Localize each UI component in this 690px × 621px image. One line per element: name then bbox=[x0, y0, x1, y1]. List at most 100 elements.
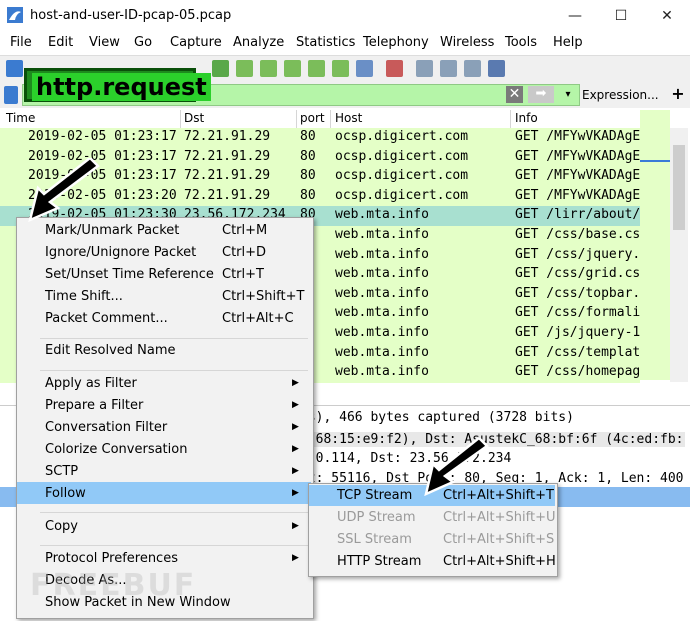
normal-size-icon[interactable] bbox=[464, 60, 481, 77]
cell-host: ocsp.digicert.com bbox=[335, 168, 469, 184]
filter-value-text: http.request bbox=[32, 73, 211, 101]
cell-info: GET /css/jquery.c bbox=[515, 246, 649, 262]
go-back-icon[interactable] bbox=[236, 60, 253, 77]
cell-host: web.mta.info bbox=[335, 266, 429, 282]
cell-dst: 72.21.91.29 bbox=[184, 187, 271, 203]
annotation-arrow-icon bbox=[28, 158, 100, 223]
shortcut-label: Ctrl+Alt+Shift+H bbox=[443, 554, 556, 569]
context-item-copy[interactable]: Copy bbox=[45, 519, 78, 534]
cell-port: 80 bbox=[300, 168, 316, 184]
context-item-colorize-conversation[interactable]: Colorize Conversation bbox=[45, 442, 187, 457]
find-packet-icon[interactable] bbox=[212, 60, 229, 77]
first-packet-icon[interactable] bbox=[308, 60, 325, 77]
cell-info: GET /css/topbar.c bbox=[515, 285, 649, 301]
apply-filter-icon[interactable]: ➡ bbox=[528, 86, 554, 103]
zoom-in-icon[interactable] bbox=[416, 60, 433, 77]
close-button[interactable]: ✕ bbox=[644, 0, 690, 32]
column-divider[interactable] bbox=[180, 110, 181, 128]
cell-port: 80 bbox=[300, 148, 316, 164]
bookmark-icon[interactable] bbox=[4, 86, 18, 104]
shortcut-label: Ctrl+Shift+T bbox=[222, 289, 305, 304]
context-item-sctp[interactable]: SCTP bbox=[45, 464, 78, 479]
menu-file[interactable]: File bbox=[10, 35, 32, 50]
submenu-arrow-icon: ▶ bbox=[292, 488, 299, 498]
menu-statistics[interactable]: Statistics bbox=[296, 35, 355, 50]
submenu-arrow-icon: ▶ bbox=[292, 521, 299, 531]
cell-host: web.mta.info bbox=[335, 364, 429, 380]
context-item-prepare-a-filter[interactable]: Prepare a Filter bbox=[45, 398, 143, 413]
menu-wireless[interactable]: Wireless bbox=[440, 35, 494, 50]
menu-capture[interactable]: Capture bbox=[170, 35, 222, 50]
cell-host: web.mta.info bbox=[335, 285, 429, 301]
add-filter-button[interactable]: + bbox=[668, 84, 688, 104]
cell-info: GET /MFYwVKADAgEA bbox=[515, 168, 649, 184]
menu-analyze[interactable]: Analyze bbox=[233, 35, 284, 50]
follow-tcp-stream[interactable]: TCP Stream bbox=[337, 488, 412, 503]
maximize-button[interactable]: ☐ bbox=[598, 0, 644, 32]
cell-dst: 72.21.91.29 bbox=[184, 148, 271, 164]
resize-columns-icon[interactable] bbox=[488, 60, 505, 77]
cell-dst: 72.21.91.29 bbox=[184, 168, 271, 184]
packet-list-scrollbar-thumb[interactable] bbox=[673, 145, 685, 230]
cell-host: ocsp.digicert.com bbox=[335, 129, 469, 144]
menu-help[interactable]: Help bbox=[553, 35, 583, 50]
context-item-apply-as-filter[interactable]: Apply as Filter bbox=[45, 376, 137, 391]
submenu-arrow-icon: ▶ bbox=[292, 466, 299, 476]
column-header-port[interactable]: port bbox=[300, 111, 325, 125]
shortcut-label: Ctrl+Alt+Shift+U bbox=[443, 510, 556, 525]
go-to-packet-icon[interactable] bbox=[284, 60, 301, 77]
menu-edit[interactable]: Edit bbox=[48, 35, 73, 50]
context-item-protocol-preferences[interactable]: Protocol Preferences bbox=[45, 551, 178, 566]
cell-host: ocsp.digicert.com bbox=[335, 187, 469, 203]
context-item-conversation-filter[interactable]: Conversation Filter bbox=[45, 420, 167, 435]
submenu-arrow-icon: ▶ bbox=[292, 444, 299, 454]
cell-info: GET /css/homepage bbox=[515, 364, 649, 380]
submenu-arrow-icon: ▶ bbox=[292, 422, 299, 432]
cell-host: web.mta.info bbox=[335, 227, 429, 242]
shortcut-label: Ctrl+T bbox=[222, 267, 264, 282]
zoom-out-icon[interactable] bbox=[440, 60, 457, 77]
menu-telephony[interactable]: Telephony bbox=[363, 35, 429, 50]
clear-filter-icon[interactable]: ✕ bbox=[506, 86, 523, 103]
menu-view[interactable]: View bbox=[89, 35, 120, 50]
shortcut-label: Ctrl+Alt+C bbox=[222, 311, 294, 326]
column-divider[interactable] bbox=[510, 110, 511, 128]
colorize-icon[interactable] bbox=[386, 60, 403, 77]
follow-http-stream[interactable]: HTTP Stream bbox=[337, 554, 421, 569]
column-divider[interactable] bbox=[330, 110, 331, 128]
expression-button[interactable]: Expression... bbox=[582, 86, 664, 104]
wireshark-fin-icon bbox=[7, 7, 23, 23]
column-header-time[interactable]: Time bbox=[6, 111, 35, 125]
context-item-mark-unmark-packet[interactable]: Mark/Unmark Packet bbox=[45, 223, 179, 238]
annotation-arrow-icon bbox=[424, 438, 489, 496]
autoscroll-icon[interactable] bbox=[356, 60, 373, 77]
watermark-logo: FREEBUF bbox=[30, 568, 197, 603]
cell-host: web.mta.info bbox=[335, 246, 429, 262]
table-row[interactable]: 2019-02-05 01:23:17 72.21.91.29 80 ocsp.dig… bbox=[0, 128, 648, 148]
menu-separator bbox=[40, 512, 308, 513]
start-capture-icon[interactable] bbox=[6, 60, 23, 77]
shortcut-label: Ctrl+Alt+Shift+S bbox=[443, 532, 555, 547]
column-header-info[interactable]: Info bbox=[515, 111, 538, 125]
go-forward-icon[interactable] bbox=[260, 60, 277, 77]
context-item-set-unset-time-reference[interactable]: Set/Unset Time Reference bbox=[45, 267, 214, 282]
cell-port: 80 bbox=[300, 187, 316, 203]
menu-tools[interactable]: Tools bbox=[505, 35, 537, 50]
detail-frame[interactable]: ts), 466 bytes captured (3728 bits) bbox=[300, 410, 685, 425]
menu-go[interactable]: Go bbox=[134, 35, 152, 50]
context-item-packet-comment[interactable]: Packet Comment... bbox=[45, 311, 168, 326]
context-item-follow[interactable]: Follow bbox=[45, 486, 86, 501]
last-packet-icon[interactable] bbox=[332, 60, 349, 77]
column-header-dst[interactable]: Dst bbox=[184, 111, 204, 125]
context-item-time-shift[interactable]: Time Shift... bbox=[45, 289, 123, 304]
follow-ssl-stream[interactable]: SSL Stream bbox=[337, 532, 412, 547]
context-item-ignore-unignore-packet[interactable]: Ignore/Unignore Packet bbox=[45, 245, 196, 260]
chevron-down-icon[interactable]: ▾ bbox=[560, 86, 576, 103]
context-item-edit-resolved-name[interactable]: Edit Resolved Name bbox=[45, 343, 176, 358]
minimize-button[interactable]: — bbox=[552, 0, 598, 32]
submenu-arrow-icon: ▶ bbox=[292, 400, 299, 410]
column-divider[interactable] bbox=[296, 110, 297, 128]
packet-list-header bbox=[0, 110, 668, 129]
column-header-host[interactable]: Host bbox=[335, 111, 362, 125]
follow-udp-stream[interactable]: UDP Stream bbox=[337, 510, 416, 525]
